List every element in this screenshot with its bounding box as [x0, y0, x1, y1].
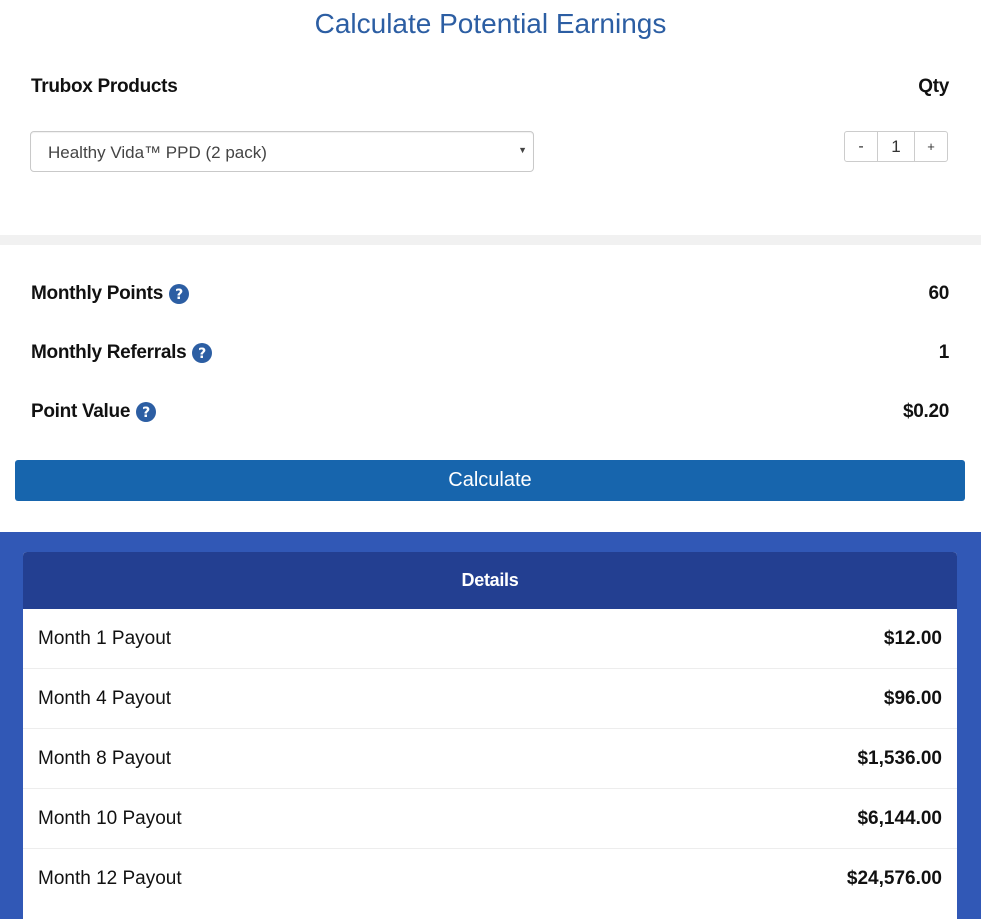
svg-text:?: ?: [198, 346, 206, 362]
payout-value: $96.00: [883, 687, 942, 709]
chevron-down-icon: ▼: [518, 145, 527, 155]
page-title: Calculate Potential Earnings: [314, 8, 667, 39]
payout-label: Month 4 Payout: [38, 687, 172, 709]
metric-row-monthly-points: Monthly Points ? 60: [31, 280, 949, 308]
payout-row: Month 10 Payout $6,144.00: [23, 789, 957, 849]
payout-label: Month 1 Payout: [38, 627, 172, 649]
question-circle-icon[interactable]: ?: [168, 284, 189, 304]
svg-text:?: ?: [175, 287, 183, 303]
details-section: Details Month 1 Payout $12.00 Month 4 Pa…: [0, 532, 981, 919]
metric-label: Monthly Points: [31, 283, 163, 304]
metric-label: Monthly Referrals: [31, 342, 187, 363]
payout-row: Month 8 Payout $1,536.00: [23, 729, 957, 789]
product-select[interactable]: Healthy Vida™ PPD (2 pack) ▼: [30, 131, 534, 172]
quantity-stepper: - 1 +: [844, 131, 948, 162]
payout-value: $24,576.00: [846, 868, 942, 889]
products-label: Trubox Products: [31, 76, 178, 97]
payout-label: Month 8 Payout: [38, 747, 172, 769]
qty-label: Qty: [918, 76, 949, 97]
metric-row-point-value: Point Value ? $0.20: [31, 398, 949, 426]
payout-row: Month 12 Payout $24,576.00: [23, 849, 957, 909]
payout-row: Month 4 Payout $96.00: [23, 669, 957, 729]
details-panel: Details Month 1 Payout $12.00 Month 4 Pa…: [23, 552, 957, 919]
metric-label: Point Value: [31, 401, 131, 422]
payout-value: $6,144.00: [857, 807, 942, 829]
qty-value[interactable]: 1: [877, 132, 915, 161]
details-header: Details: [23, 552, 957, 609]
payout-row: Month 1 Payout $12.00: [23, 609, 957, 669]
calculate-button[interactable]: Calculate: [15, 460, 965, 501]
payout-value: $1,536.00: [857, 747, 942, 769]
question-circle-icon[interactable]: ?: [192, 343, 213, 363]
payout-label: Month 12 Payout: [38, 868, 182, 889]
metric-row-monthly-referrals: Monthly Referrals ? 1: [31, 339, 949, 367]
metric-value: 60: [928, 283, 949, 304]
qty-increment-button[interactable]: +: [915, 132, 947, 161]
qty-decrement-button[interactable]: -: [845, 132, 877, 161]
metric-value: $0.20: [902, 401, 949, 422]
question-circle-icon[interactable]: ?: [136, 402, 157, 422]
product-select-value: Healthy Vida™ PPD (2 pack): [48, 143, 267, 162]
payout-value: $12.00: [883, 627, 942, 649]
payout-label: Month 10 Payout: [38, 807, 182, 829]
svg-text:?: ?: [142, 405, 150, 421]
metric-value: 1: [938, 342, 950, 363]
section-divider: [0, 235, 981, 245]
